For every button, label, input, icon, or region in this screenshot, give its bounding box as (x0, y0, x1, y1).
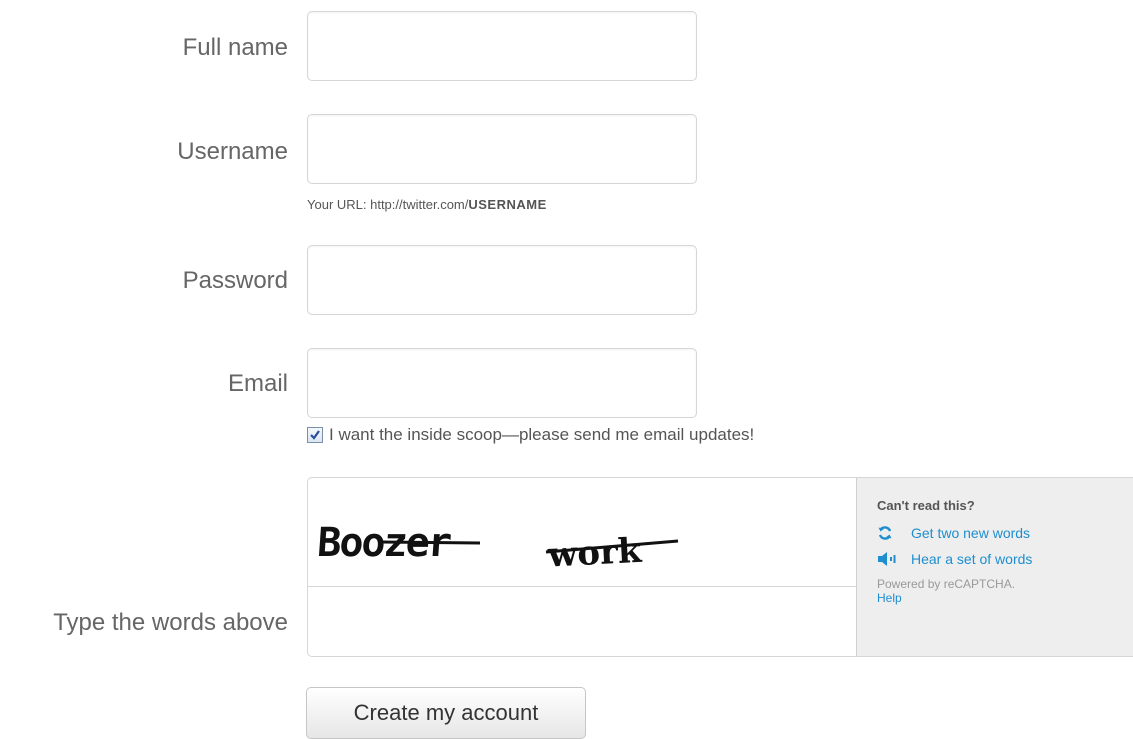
password-field-box[interactable] (307, 245, 697, 315)
captcha-words-image: Boozer work (316, 520, 679, 576)
captcha-image: Boozer work (308, 478, 856, 587)
hear-words-link[interactable]: Hear a set of words (877, 551, 1133, 567)
get-new-words-link[interactable]: Get two new words (877, 525, 1133, 541)
username-url-hint: Your URL: http://twitter.com/USERNAME (307, 197, 547, 212)
captcha-input[interactable] (308, 587, 856, 657)
captcha-sidebar: Can't read this? Get two new words Hear … (856, 478, 1133, 656)
username-field-box[interactable] (307, 114, 697, 184)
captcha-input-box[interactable] (308, 587, 856, 657)
hear-words-label[interactable]: Hear a set of words (911, 551, 1032, 567)
password-label: Password (182, 267, 288, 294)
email-updates-checkbox[interactable] (307, 427, 323, 443)
email-updates-row: I want the inside scoop—please send me e… (307, 425, 754, 445)
cant-read-heading: Can't read this? (877, 498, 975, 513)
full-name-input[interactable] (308, 12, 696, 80)
get-new-words-label[interactable]: Get two new words (911, 525, 1030, 541)
speaker-icon (877, 551, 899, 567)
password-input[interactable] (308, 246, 696, 314)
captcha-label: Type the words above (53, 609, 288, 636)
username-input[interactable] (308, 115, 696, 183)
refresh-icon (877, 525, 899, 541)
powered-by-recaptcha: Powered by reCAPTCHA. (877, 577, 1016, 591)
recaptcha-widget: Boozer work Can't read this? Get two new… (307, 477, 1133, 657)
username-label: Username (177, 138, 288, 165)
email-updates-label[interactable]: I want the inside scoop—please send me e… (329, 425, 754, 445)
create-account-button[interactable]: Create my account (306, 687, 586, 739)
url-hint-prefix: Your URL: http://twitter.com/ (307, 197, 469, 212)
full-name-field-box[interactable] (307, 11, 697, 81)
captcha-help-link[interactable]: Help (877, 591, 1133, 605)
email-label: Email (227, 370, 288, 397)
checkmark-icon (310, 430, 320, 440)
url-hint-username: USERNAME (468, 197, 547, 212)
captcha-word-2: work (546, 531, 644, 576)
email-field-box[interactable] (307, 348, 697, 418)
email-input[interactable] (308, 349, 696, 417)
full-name-label: Full name (182, 34, 288, 61)
